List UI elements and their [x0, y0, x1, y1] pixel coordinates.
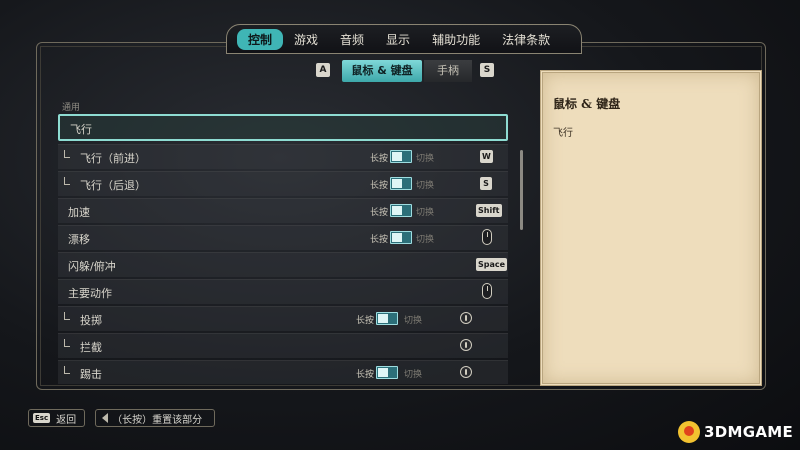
tab-game[interactable]: 游戏: [283, 29, 329, 50]
prev-tab-key-hint: A: [316, 63, 330, 77]
detail-title: 鼠标 & 键盘: [553, 97, 621, 111]
binding-row-kick[interactable]: 踢击 长按 切换: [58, 360, 508, 384]
sub-item-indicator: [64, 366, 70, 374]
key-binding-shift[interactable]: Shift: [476, 204, 502, 217]
section-label-general: 通用: [62, 103, 81, 113]
tab-display[interactable]: 显示: [375, 29, 421, 50]
arrow-left-icon: [102, 413, 109, 423]
detail-text: 飞行: [553, 128, 573, 139]
next-tab-key-hint: S: [480, 63, 494, 77]
toggle-label: 切换: [416, 208, 435, 218]
binding-row-boost[interactable]: 加速 长按 切换 Shift: [58, 198, 508, 223]
binding-label: 主要动作: [68, 287, 112, 300]
watermark-logo-icon: [678, 421, 700, 443]
keybinding-list: 通用 飞行 飞行（前进） 长按 切换 W 飞行（后退） 长按 切换 S 加速 长…: [58, 96, 512, 384]
binding-row-fly[interactable]: 飞行: [58, 114, 508, 141]
toggle-label: 切换: [416, 181, 435, 191]
watermark: 3DMGAME: [678, 420, 793, 444]
key-binding-space[interactable]: Space: [476, 258, 508, 271]
reset-label: （长按）重置该部分: [112, 414, 203, 426]
mouse-right-icon[interactable]: [482, 229, 492, 245]
hold-toggle-switch[interactable]: [390, 150, 412, 163]
binding-label: 加速: [68, 206, 90, 219]
mouse-wheel-icon[interactable]: [460, 312, 472, 324]
tab-mouse-keyboard[interactable]: 鼠标 & 键盘: [342, 60, 422, 82]
binding-label: 拦截: [80, 341, 102, 354]
key-binding-s[interactable]: S: [480, 177, 492, 190]
hold-label: 长按: [370, 181, 389, 191]
toggle-label: 切换: [404, 370, 423, 380]
hold-label: 长按: [356, 316, 375, 326]
bottom-action-bar: Esc 返回 （长按）重置该部分: [28, 408, 216, 428]
tab-controls[interactable]: 控制: [237, 28, 284, 50]
binding-label: 闪躲/俯冲: [68, 260, 116, 273]
sub-item-indicator: [64, 150, 70, 158]
hold-label: 长按: [356, 370, 375, 380]
binding-label: 投掷: [80, 314, 102, 327]
hold-toggle-switch[interactable]: [390, 177, 412, 190]
sub-item-indicator: [64, 339, 70, 347]
binding-row-dodge-dive[interactable]: 闪躲/俯冲 Space: [58, 252, 508, 277]
hold-label: 长按: [370, 154, 389, 164]
binding-row-intercept[interactable]: 拦截: [58, 333, 508, 358]
esc-key-hint: Esc: [33, 413, 51, 423]
hold-toggle-switch[interactable]: [390, 231, 412, 244]
mouse-wheel-icon[interactable]: [460, 339, 472, 351]
hold-toggle-switch[interactable]: [376, 312, 398, 325]
back-label: 返回: [56, 414, 77, 426]
binding-row-drift[interactable]: 漂移 长按 切换: [58, 225, 508, 250]
top-tab-bar: 控制 游戏 音频 显示 辅助功能 法律条款: [226, 24, 582, 54]
detail-panel: 鼠标 & 键盘 飞行: [540, 70, 762, 386]
watermark-text: 3DMGAME: [704, 423, 794, 441]
hold-toggle-switch[interactable]: [390, 204, 412, 217]
binding-label: 飞行（后退）: [80, 179, 146, 192]
mouse-left-icon[interactable]: [482, 283, 492, 299]
toggle-label: 切换: [416, 154, 435, 164]
list-scrollbar[interactable]: [520, 150, 523, 230]
binding-label: 飞行: [70, 123, 92, 136]
hold-toggle-switch[interactable]: [376, 366, 398, 379]
binding-row-fly-backward[interactable]: 飞行（后退） 长按 切换 S: [58, 171, 508, 196]
mouse-wheel-icon[interactable]: [460, 366, 472, 378]
toggle-label: 切换: [404, 316, 423, 326]
input-type-tabs: A 鼠标 & 键盘 手柄 S: [312, 56, 496, 86]
binding-row-throw[interactable]: 投掷 长按 切换: [58, 306, 508, 331]
binding-row-fly-forward[interactable]: 飞行（前进） 长按 切换 W: [58, 144, 508, 169]
binding-label: 漂移: [68, 233, 90, 246]
binding-label: 飞行（前进）: [80, 152, 146, 165]
key-binding-w[interactable]: W: [480, 150, 493, 163]
hold-label: 长按: [370, 235, 389, 245]
back-button[interactable]: Esc 返回: [28, 409, 86, 427]
tab-audio[interactable]: 音频: [329, 29, 375, 50]
tab-legal[interactable]: 法律条款: [491, 29, 561, 50]
tab-controller[interactable]: 手柄: [424, 60, 472, 82]
tab-accessibility[interactable]: 辅助功能: [421, 29, 491, 50]
sub-item-indicator: [64, 177, 70, 185]
binding-row-primary-action[interactable]: 主要动作: [58, 279, 508, 304]
hold-label: 长按: [370, 208, 389, 218]
sub-item-indicator: [64, 312, 70, 320]
toggle-label: 切换: [416, 235, 435, 245]
binding-label: 踢击: [80, 368, 102, 381]
reset-section-button[interactable]: （长按）重置该部分: [95, 409, 216, 427]
